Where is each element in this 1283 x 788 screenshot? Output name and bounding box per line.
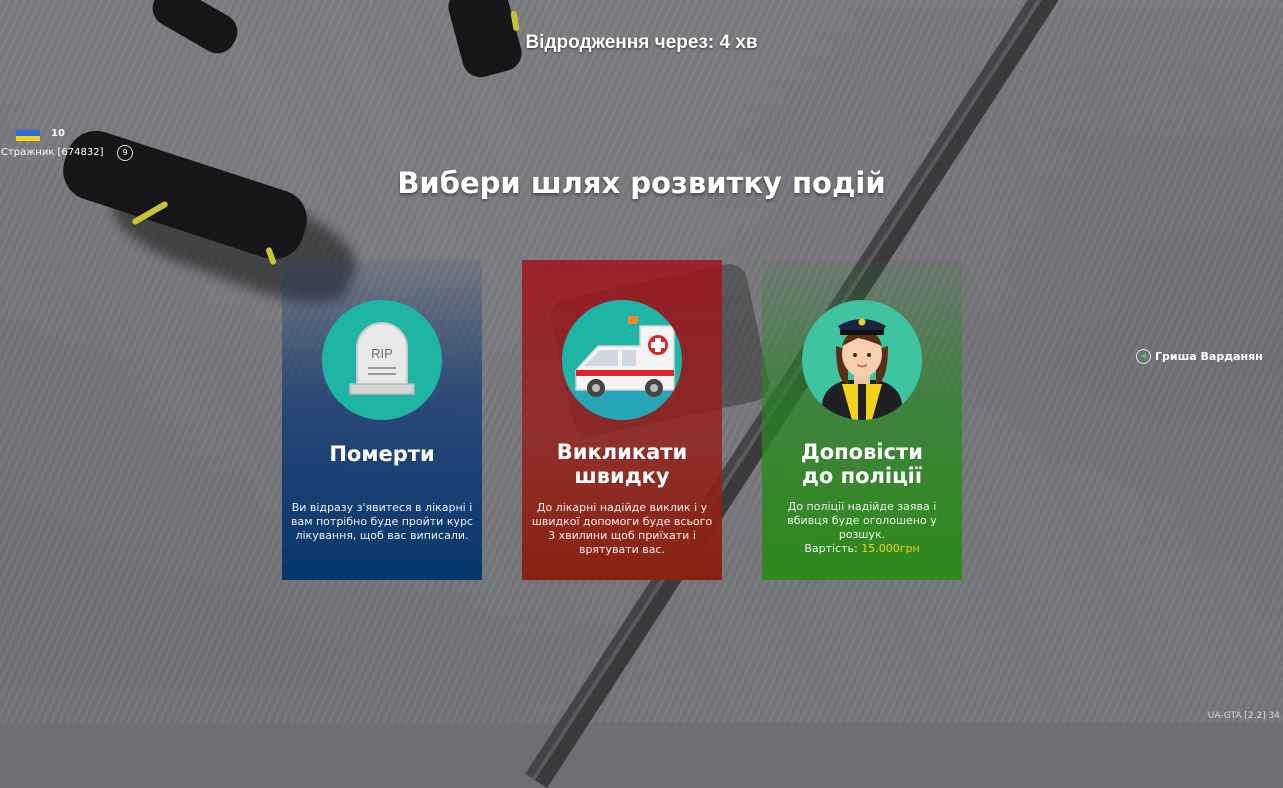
player-level: 10 [51, 128, 65, 139]
respawn-timer: Відродження через: 4 хв [0, 32, 1283, 54]
police-officer-icon [802, 300, 922, 420]
option-ambulance-description: До лікарні надійде виклик і у швидкої до… [531, 501, 713, 556]
option-die-title: Померти [329, 442, 435, 466]
npc-nametag: Гриша Варданян [1136, 346, 1263, 365]
choice-headline: Вибери шлях розвитку подій [397, 166, 886, 200]
option-ambulance-title: Викликати швидку [522, 440, 722, 488]
option-ambulance-card[interactable]: Викликати швидку До лікарні надійде викл… [522, 260, 722, 580]
option-police-card[interactable]: Доповісти до поліції До поліції надійде … [762, 260, 962, 580]
option-die-card[interactable]: RIP Померти Ви відразу з'явитеся в лікар… [282, 260, 482, 580]
speaker-marker-icon [1136, 349, 1151, 364]
option-police-title: Доповісти до поліції [762, 440, 962, 488]
price-value: 15.000грн [861, 542, 920, 555]
respawn-label: Відродження через: [525, 32, 715, 53]
npc-name: Гриша Варданян [1155, 350, 1263, 363]
option-police-description: До поліції надійде заява і вбивця буде о… [770, 500, 954, 556]
option-ambulance-title-line1: Викликати [556, 440, 688, 464]
option-police-description-text: До поліції надійде заява і вбивця буде о… [787, 500, 937, 541]
option-police-title-line1: Доповісти [801, 440, 923, 464]
game-version: UA-GTA [2.2] 34 [1207, 711, 1280, 721]
player-badge: 9 [117, 145, 133, 161]
option-ambulance-title-line2: швидку [574, 464, 670, 488]
option-police-price: Вартість: 15.000грн [770, 542, 954, 556]
option-die-description: Ви відразу з'явитеся в лікарні і вам пот… [290, 501, 474, 542]
ambulance-icon [562, 300, 682, 420]
tombstone-icon: RIP [322, 300, 442, 420]
respawn-unit: хв [735, 32, 758, 53]
respawn-value: 4 [719, 32, 731, 53]
ukraine-flag-icon [16, 130, 40, 141]
option-police-title-line2: до поліції [801, 464, 923, 488]
player-name: Стражник [674832] [1, 147, 104, 158]
tombstone-text: RIP [371, 346, 393, 361]
price-label: Вартість: [804, 542, 858, 555]
